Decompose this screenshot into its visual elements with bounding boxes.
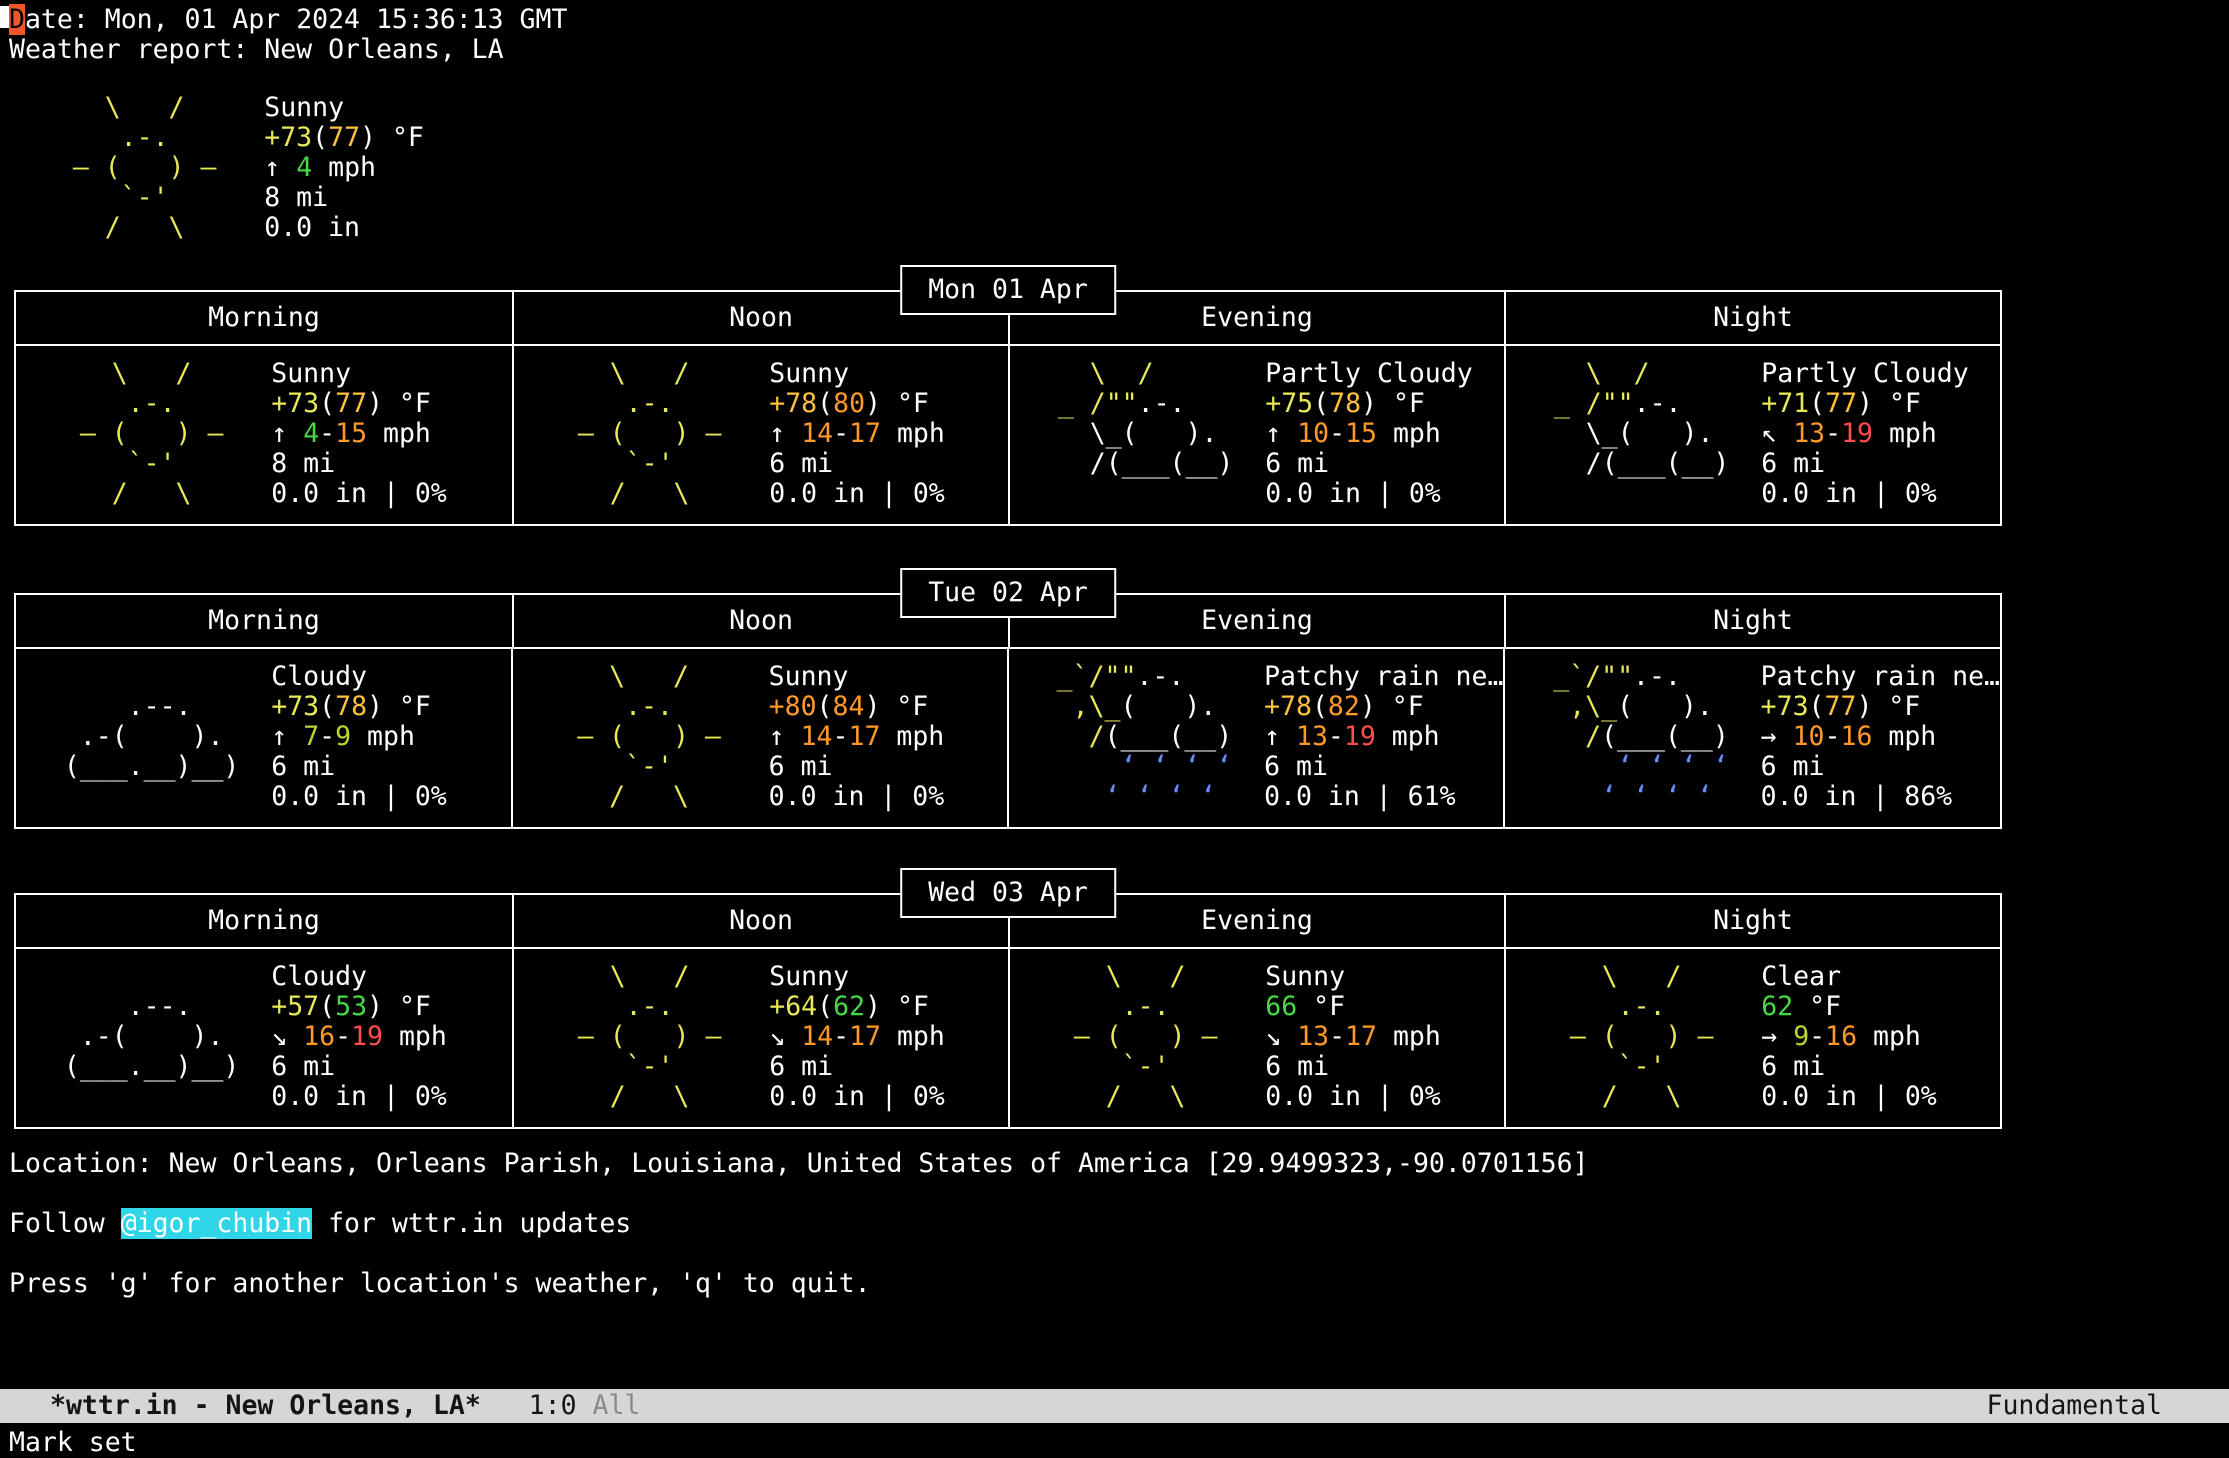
period-header: Morning bbox=[16, 595, 512, 647]
forecast-cell: \ / .-. ― ( ) ― `-' / \Sunny +73(77) °F … bbox=[9, 93, 424, 243]
text-cursor: D bbox=[9, 4, 25, 35]
follow-prefix: Follow bbox=[9, 1208, 121, 1239]
forecast-cell: \ / .-. ― ( ) ― `-' / \Clear 62 °F → 9-1… bbox=[1504, 949, 2000, 1127]
weather-ascii-art: \ / .-. ― ( ) ― `-' / \ bbox=[1538, 962, 1761, 1112]
keybinding-hint-line: Press 'g' for another location's weather… bbox=[9, 1269, 871, 1299]
forecast-cell: \ / .-. ― ( ) ― `-' / \Sunny 66 °F ↘ 13-… bbox=[1008, 949, 1504, 1127]
day-label: Tue 02 Apr bbox=[900, 568, 1116, 618]
day-label: Wed 03 Apr bbox=[900, 868, 1116, 918]
weather-ascii-art: \ / .-. ― ( ) ― `-' / \ bbox=[41, 93, 264, 243]
weather-ascii-art: \ / _ /"".-. \_( ). /(___(__) bbox=[1538, 359, 1761, 479]
scroll-indicator: All bbox=[593, 1390, 641, 1421]
weather-details: Patchy rain ne… +78(82) °F ↑ 13-19 mph 6… bbox=[1264, 662, 1503, 812]
weather-ascii-art: \ / .-. ― ( ) ― `-' / \ bbox=[48, 359, 271, 509]
weather-details: Cloudy +57(53) °F ↘ 16-19 mph 6 mi 0.0 i… bbox=[271, 962, 447, 1112]
weather-details: Sunny +73(77) °F ↑ 4 mph 8 mi 0.0 in bbox=[264, 93, 424, 243]
weather-details: Sunny 66 °F ↘ 13-17 mph 6 mi 0.0 in | 0% bbox=[1265, 962, 1441, 1112]
period-header: Night bbox=[1504, 595, 2000, 647]
forecast-day-table: Wed 03 AprMorningNoonEveningNight .--. .… bbox=[14, 893, 2002, 1129]
period-cells-row: \ / .-. ― ( ) ― `-' / \Sunny +73(77) °F … bbox=[16, 346, 2000, 524]
buffer-name: *wttr.in - New Orleans, LA* bbox=[50, 1390, 481, 1421]
major-mode-name: Fundamental bbox=[1987, 1389, 2163, 1423]
forecast-cell: .--. .-( ). (___.__)__) Cloudy +73(78) °… bbox=[16, 649, 511, 827]
weather-details: Partly Cloudy +71(77) °F ↖ 13-19 mph 6 m… bbox=[1761, 359, 1968, 509]
modeline-gap bbox=[481, 1390, 529, 1421]
weather-ascii-art: \ / _ /"".-. \_( ). /(___(__) bbox=[1042, 359, 1265, 479]
forecast-day-table: Tue 02 AprMorningNoonEveningNight .--. .… bbox=[14, 593, 2002, 829]
forecast-cell: _`/"".-. ,\_( ). /(___(__) ‘ ‘ ‘ ‘ ‘ ‘ ‘… bbox=[1503, 649, 2000, 827]
forecast-cell: _`/"".-. ,\_( ). /(___(__) ‘ ‘ ‘ ‘ ‘ ‘ ‘… bbox=[1007, 649, 1504, 827]
current-conditions: \ / .-. ― ( ) ― `-' / \Sunny +73(77) °F … bbox=[9, 93, 424, 243]
period-header: Night bbox=[1504, 895, 2000, 947]
cursor-position: 1:0 bbox=[529, 1390, 577, 1421]
twitter-handle[interactable]: @igor_chubin bbox=[121, 1208, 312, 1239]
weather-ascii-art: \ / .-. ― ( ) ― `-' / \ bbox=[545, 662, 768, 812]
weather-ascii-art: .--. .-( ). (___.__)__) bbox=[48, 962, 271, 1082]
buffer-top-lines: Date: Mon, 01 Apr 2024 15:36:13 GMT Weat… bbox=[9, 5, 567, 65]
weather-details: Cloudy +73(78) °F ↑ 7-9 mph 6 mi 0.0 in … bbox=[271, 662, 447, 812]
day-label: Mon 01 Apr bbox=[900, 265, 1116, 315]
forecast-cell: \ / _ /"".-. \_( ). /(___(__) Partly Clo… bbox=[1008, 346, 1504, 524]
modeline-space bbox=[577, 1390, 593, 1421]
weather-ascii-art: \ / .-. ― ( ) ― `-' / \ bbox=[546, 359, 769, 509]
forecast-cell: \ / _ /"".-. \_( ). /(___(__) Partly Clo… bbox=[1504, 346, 2000, 524]
forecast-cell: \ / .-. ― ( ) ― `-' / \Sunny +78(80) °F … bbox=[512, 346, 1008, 524]
weather-details: Sunny +80(84) °F ↑ 14-17 mph 6 mi 0.0 in… bbox=[769, 662, 945, 812]
weather-details: Partly Cloudy +75(78) °F ↑ 10-15 mph 6 m… bbox=[1265, 359, 1472, 509]
weather-details: Clear 62 °F → 9-16 mph 6 mi 0.0 in | 0% bbox=[1761, 962, 1937, 1112]
weather-details: Sunny +64(62) °F ↘ 14-17 mph 6 mi 0.0 in… bbox=[769, 962, 945, 1112]
forecast-cell: .--. .-( ). (___.__)__) Cloudy +57(53) °… bbox=[16, 949, 512, 1127]
forecast-cell: \ / .-. ― ( ) ― `-' / \Sunny +64(62) °F … bbox=[512, 949, 1008, 1127]
date-line: ate: Mon, 01 Apr 2024 15:36:13 GMT bbox=[25, 4, 567, 35]
weather-details: Sunny +73(77) °F ↑ 4-15 mph 8 mi 0.0 in … bbox=[271, 359, 447, 509]
weather-details: Patchy rain ne… +73(77) °F → 10-16 mph 6… bbox=[1761, 662, 2000, 812]
period-header: Night bbox=[1504, 292, 2000, 344]
forecast-cell: \ / .-. ― ( ) ― `-' / \Sunny +80(84) °F … bbox=[511, 649, 1006, 827]
period-cells-row: .--. .-( ). (___.__)__) Cloudy +57(53) °… bbox=[16, 949, 2000, 1127]
follow-line: Follow @igor_chubin for wttr.in updates bbox=[9, 1209, 631, 1239]
weather-ascii-art: _`/"".-. ,\_( ). /(___(__) ‘ ‘ ‘ ‘ ‘ ‘ ‘… bbox=[1537, 662, 1760, 812]
weather-details: Sunny +78(80) °F ↑ 14-17 mph 6 mi 0.0 in… bbox=[769, 359, 945, 509]
follow-suffix: for wttr.in updates bbox=[312, 1208, 631, 1239]
weather-report-line: Weather report: New Orleans, LA bbox=[9, 34, 504, 65]
weather-ascii-art: .--. .-( ). (___.__)__) bbox=[48, 662, 271, 782]
weather-ascii-art: \ / .-. ― ( ) ― `-' / \ bbox=[1042, 962, 1265, 1112]
forecast-cell: \ / .-. ― ( ) ― `-' / \Sunny +73(77) °F … bbox=[16, 346, 512, 524]
forecast-day-table: Mon 01 AprMorningNoonEveningNight \ / .-… bbox=[14, 290, 2002, 526]
period-cells-row: .--. .-( ). (___.__)__) Cloudy +73(78) °… bbox=[16, 649, 2000, 827]
weather-ascii-art: _`/"".-. ,\_( ). /(___(__) ‘ ‘ ‘ ‘ ‘ ‘ ‘… bbox=[1041, 662, 1264, 812]
weather-ascii-art: \ / .-. ― ( ) ― `-' / \ bbox=[546, 962, 769, 1112]
echo-area-message: Mark set bbox=[9, 1428, 137, 1458]
period-header: Morning bbox=[16, 292, 512, 344]
emacs-modeline[interactable]: *wttr.in - New Orleans, LA* 1:0 All Funda… bbox=[0, 1389, 2229, 1423]
period-header: Morning bbox=[16, 895, 512, 947]
location-line: Location: New Orleans, Orleans Parish, L… bbox=[9, 1149, 1588, 1179]
